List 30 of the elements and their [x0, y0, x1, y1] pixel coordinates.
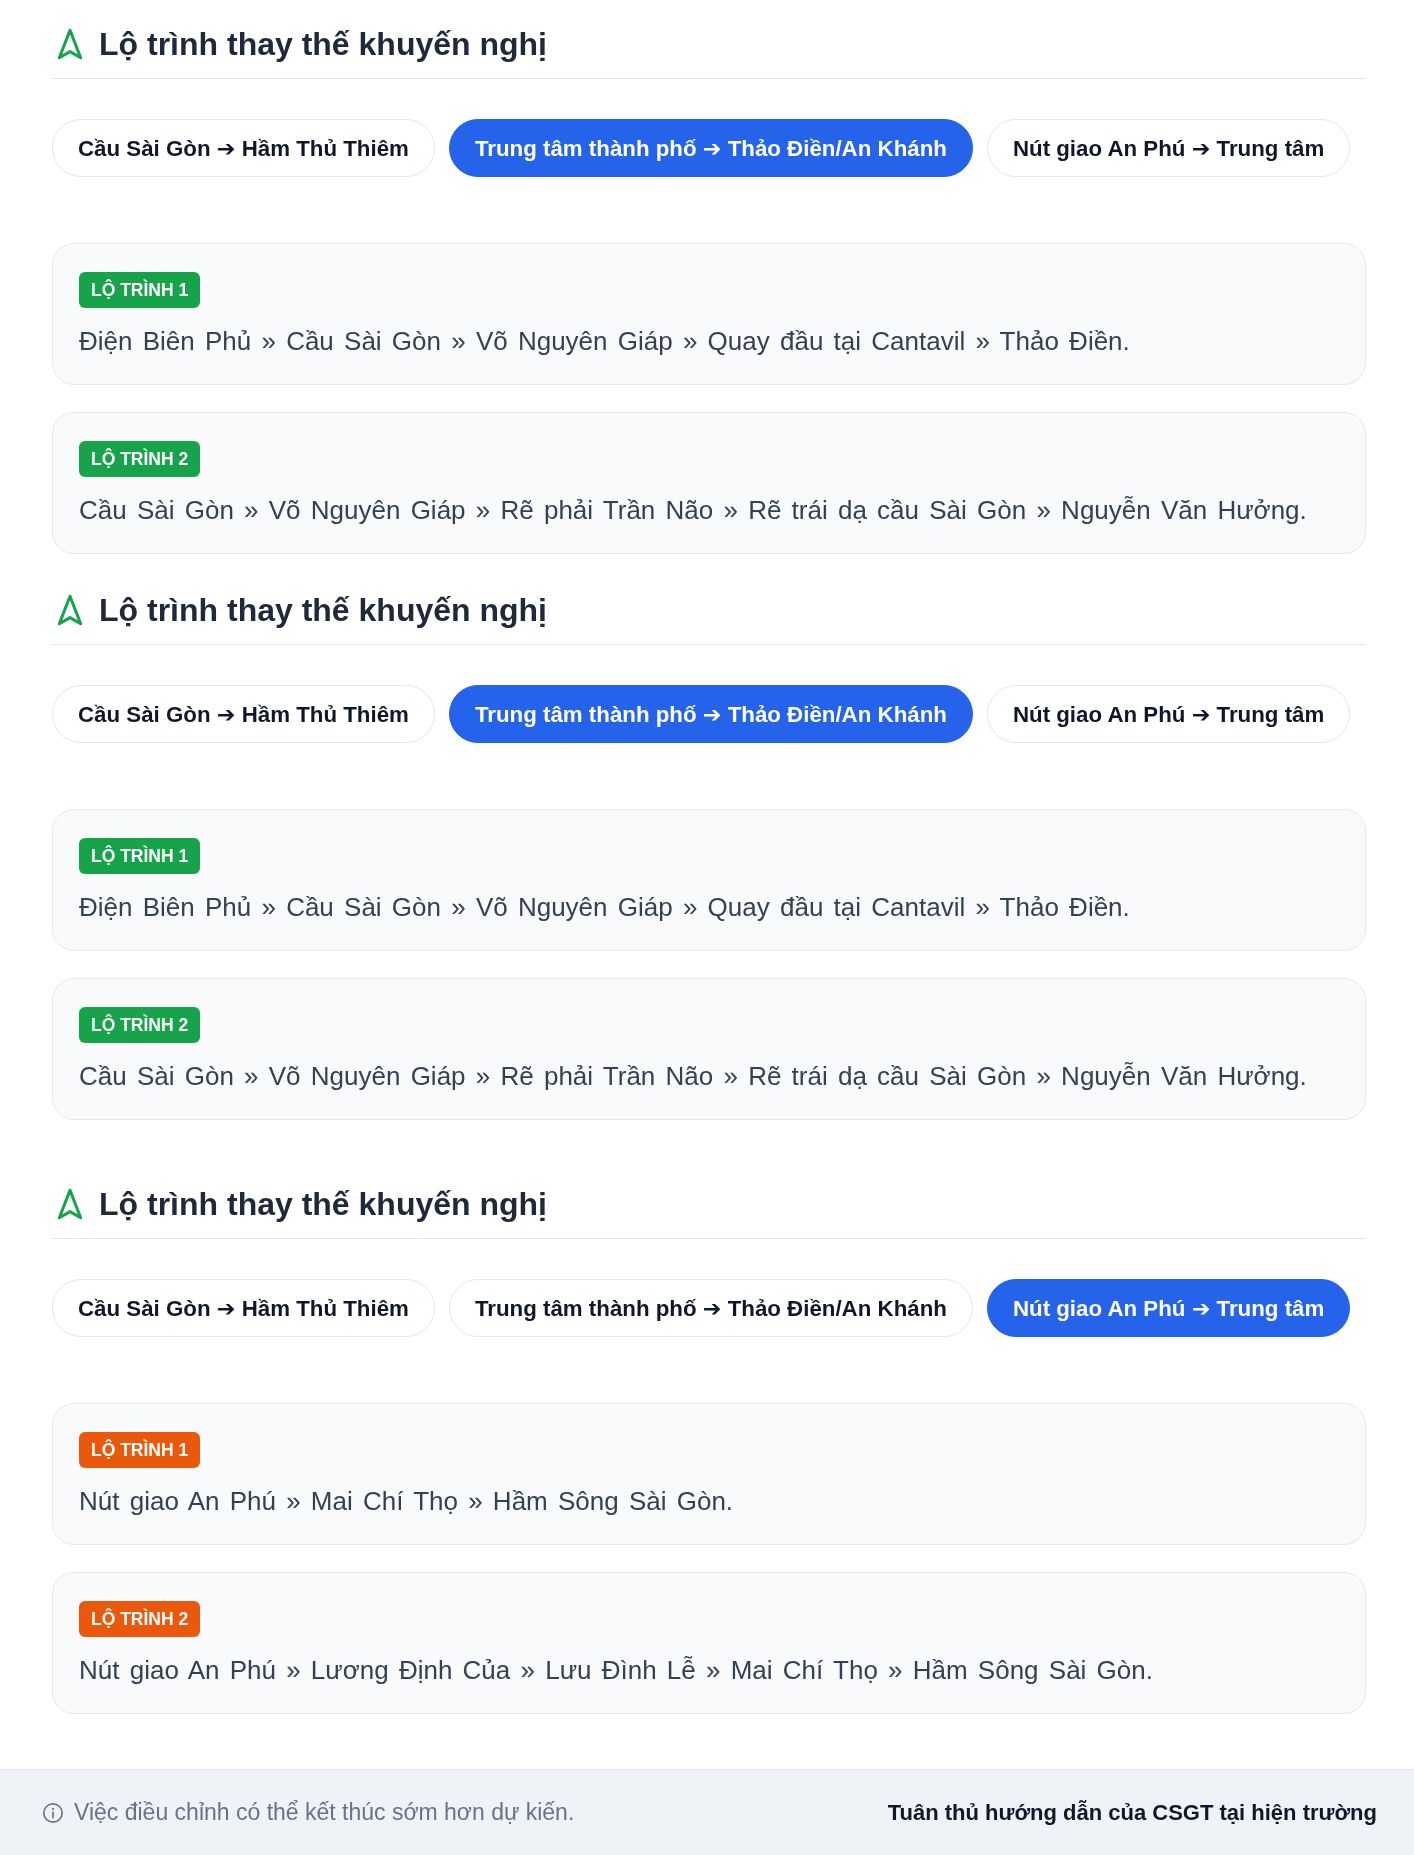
navigation-arrow-icon — [57, 594, 83, 626]
route-tab[interactable]: Nút giao An Phú ➔ Trung tâm — [986, 119, 1351, 177]
route-path-text: Nút giao An Phú » Mai Chí Thọ » Hầm Sông Sài Gòn. — [79, 1485, 734, 1518]
route-badge: LỘ TRÌNH 2 — [79, 441, 201, 477]
route-path-text: Cầu Sài Gòn » Võ Nguyên Giáp » Rẽ phải Trần Não » Rẽ trái dạ cầu Sài Gòn » Nguyễn Văn Hưởng. — [79, 494, 1307, 527]
route-badge: LỘ TRÌNH 2 — [79, 1007, 201, 1043]
route-tab[interactable]: Nút giao An Phú ➔ Trung tâm — [986, 1279, 1351, 1337]
route-tab[interactable]: Trung tâm thành phố ➔ Thảo Điền/An Khánh — [448, 119, 973, 177]
route-badge: LỘ TRÌNH 1 — [79, 1432, 201, 1468]
navigation-arrow-icon — [57, 1188, 83, 1220]
section-heading: Lộ trình thay thế khuyến nghị — [99, 25, 547, 64]
info-icon — [42, 1801, 64, 1824]
footer-note: Việc điều chỉnh có thể kết thúc sớm hơn dự kiến. — [74, 1799, 575, 1826]
section-heading: Lộ trình thay thế khuyến nghị — [99, 1185, 547, 1224]
route-path-text: Nút giao An Phú » Lương Định Của » Lưu Đình Lễ » Mai Chí Thọ » Hầm Sông Sài Gòn. — [79, 1654, 1153, 1687]
route-badge: LỘ TRÌNH 1 — [79, 838, 201, 874]
route-tab[interactable]: Cầu Sài Gòn ➔ Hầm Thủ Thiêm — [52, 119, 435, 177]
route-badge: LỘ TRÌNH 1 — [79, 272, 201, 308]
route-tab[interactable]: Trung tâm thành phố ➔ Thảo Điền/An Khánh — [448, 685, 973, 743]
route-tab[interactable]: Nút giao An Phú ➔ Trung tâm — [986, 685, 1351, 743]
route-path-text: Điện Biên Phủ » Cầu Sài Gòn » Võ Nguyên Giáp » Quay đầu tại Cantavil » Thảo Điền. — [79, 891, 1130, 924]
section-heading: Lộ trình thay thế khuyến nghị — [99, 591, 547, 630]
route-path-text: Cầu Sài Gòn » Võ Nguyên Giáp » Rẽ phải Trần Não » Rẽ trái dạ cầu Sài Gòn » Nguyễn Văn Hưởng. — [79, 1060, 1307, 1093]
navigation-arrow-icon — [57, 28, 83, 60]
footer-advice: Tuân thủ hướng dẫn của CSGT tại hiện trường — [887, 1799, 1377, 1826]
route-badge: LỘ TRÌNH 2 — [79, 1601, 201, 1637]
route-tab[interactable]: Trung tâm thành phố ➔ Thảo Điền/An Khánh — [448, 1279, 973, 1337]
route-tab[interactable]: Cầu Sài Gòn ➔ Hầm Thủ Thiêm — [52, 685, 435, 743]
route-tab[interactable]: Cầu Sài Gòn ➔ Hầm Thủ Thiêm — [52, 1279, 435, 1337]
route-path-text: Điện Biên Phủ » Cầu Sài Gòn » Võ Nguyên Giáp » Quay đầu tại Cantavil » Thảo Điền. — [79, 325, 1130, 358]
